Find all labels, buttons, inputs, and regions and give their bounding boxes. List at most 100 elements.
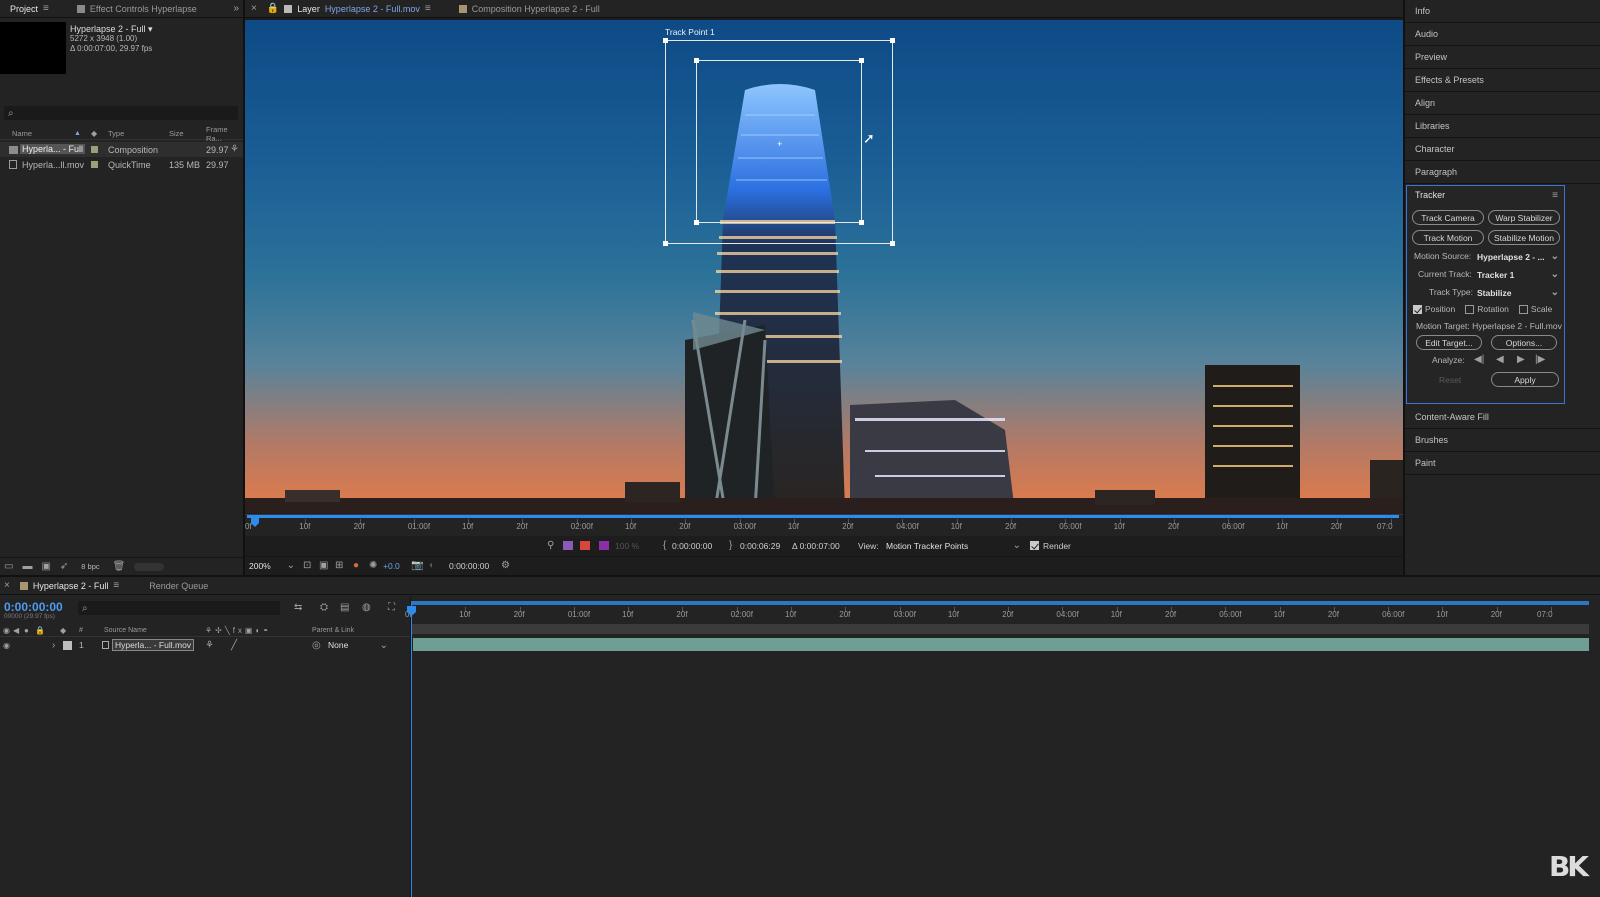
footage-frame[interactable]: Track Point 1 + ➚ [245,20,1403,513]
stabilize-motion-button[interactable]: Stabilize Motion [1488,230,1560,245]
color-swatch[interactable] [563,541,573,550]
label-icon[interactable]: ◆ [60,626,66,635]
timeline-search[interactable]: ⌕ [78,601,280,615]
tab-project[interactable]: Project ≡ [0,0,59,18]
table-row[interactable]: ◉ › 1 Hyperla... - Full.mov ⚘ ╱ ◎ None ⌄ [0,638,410,652]
view-dropdown[interactable]: Motion Tracker Points ⌄ [886,540,1021,551]
overflow-icon[interactable]: » [233,3,239,14]
tab-composition[interactable]: Composition Hyperlapse 2 - Full [449,0,610,18]
lock-icon[interactable]: 🔒 [267,3,279,14]
panel-item-paragraph[interactable]: Paragraph [1405,161,1600,184]
column-name[interactable]: Name [12,129,32,138]
warp-stabilizer-button[interactable]: Warp Stabilizer [1488,210,1560,225]
panel-item-audio[interactable]: Audio [1405,23,1600,46]
options-button[interactable]: Options... [1491,335,1557,350]
trash-icon[interactable]: 🗑 [113,561,126,572]
composition-mini-flowchart-icon[interactable]: ⇆ [294,602,302,613]
audio-icon[interactable]: ◀ [13,626,19,635]
graph-editor-icon[interactable]: ⛶ [388,602,395,613]
project-search[interactable]: ⌕ [4,106,238,120]
motion-source-dropdown[interactable]: Hyperlapse 2 - ... ⌄ [1477,251,1559,262]
chevron-right-icon[interactable]: › [52,640,55,651]
draft-3d-icon[interactable]: ⛭ [320,602,328,613]
timeline-ruler[interactable]: 0f 10f 20f 01:00f 10f 20f 02:00f 10f 20f 03:00f 10… [405,605,1589,623]
label-icon[interactable]: ◆ [91,129,97,138]
panel-item-effects-presets[interactable]: Effects & Presets [1405,69,1600,92]
camera-icon[interactable]: 📷 [411,560,423,571]
feature-region[interactable]: + [694,58,864,225]
eye-icon[interactable]: ◉ [3,641,10,650]
fit-icon[interactable]: ⊡ [303,560,311,571]
attach-point[interactable]: + [777,139,782,149]
position-checkbox[interactable] [1413,304,1422,314]
column-size[interactable]: Size [169,129,184,138]
new-composition-icon[interactable]: ▣ [41,561,50,572]
panel-item-character[interactable]: Character [1405,138,1600,161]
parent-dropdown[interactable]: None ⌄ [328,640,388,651]
panel-item-libraries[interactable]: Libraries [1405,115,1600,138]
grid-icon[interactable]: ⊞ [335,560,343,571]
lock-icon[interactable]: 🔒 [35,626,45,635]
out-point-icon[interactable]: } [729,540,732,551]
out-time[interactable]: 0:00:06:29 [740,541,780,551]
show-snapshot-icon[interactable]: ◐ [429,560,435,571]
flowchart-icon[interactable]: ⚘ [230,144,239,155]
menu-icon[interactable]: ≡ [43,3,49,14]
layer-duration-bar[interactable] [413,638,1589,651]
panel-item-brushes[interactable]: Brushes [1405,429,1600,452]
panel-item-content-aware-fill[interactable]: Content-Aware Fill [1405,406,1600,429]
timeline-track-area[interactable]: 0f 10f 20f 01:00f 10f 20f 02:00f 10f 20f 03:00f 10… [405,597,1600,897]
pin-icon[interactable]: ⚲ [547,540,554,551]
current-time[interactable]: 0:00:00:00 [449,561,489,571]
track-camera-button[interactable]: Track Camera [1412,210,1484,225]
layer-time-ruler[interactable]: 0f 10f 20f 01:00f 10f 20f 02:00f 10f 20f 03:00f 10… [245,514,1403,536]
tab-timeline-comp[interactable]: Hyperlapse 2 - Full ≡ [10,577,129,595]
analyze-backward-icon[interactable]: ◀ [1496,354,1504,365]
channels-icon[interactable]: ● [353,560,359,571]
new-folder-icon[interactable]: ▬ [22,561,32,572]
menu-icon[interactable]: ≡ [1552,190,1558,201]
menu-icon[interactable]: ≡ [425,3,431,14]
timeline-playhead[interactable] [411,605,412,897]
column-parent-link[interactable]: Parent & Link [312,627,354,634]
tab-effect-controls[interactable]: Effect Controls Hyperlapse [67,0,207,18]
edit-target-button[interactable]: Edit Target... [1416,335,1482,350]
zoom-dropdown[interactable]: 200% ⌄ [249,560,295,571]
track-type-dropdown[interactable]: Stabilize ⌄ [1477,287,1559,298]
solo-icon[interactable]: ● [24,626,29,635]
render-checkbox[interactable] [1030,541,1039,550]
opacity-value[interactable]: 100 % [615,541,639,551]
playhead-icon[interactable]: ⚙ [501,560,510,571]
menu-icon[interactable]: ≡ [113,580,119,591]
rotation-checkbox[interactable] [1465,304,1475,314]
pickwhip-icon[interactable]: ◎ [312,640,321,651]
panel-item-paint[interactable]: Paint [1405,452,1600,475]
panel-item-info[interactable]: Info [1405,0,1600,23]
interpret-footage-icon[interactable]: ▭ [4,561,13,572]
in-time[interactable]: 0:00:00:00 [672,541,712,551]
switches-icon[interactable]: ⚘✢╲fx▣◐◓ [205,626,271,635]
list-item[interactable]: Hyperla... - Full Composition 29.97 ⚘ [0,142,243,157]
track-motion-button[interactable]: Track Motion [1412,230,1484,245]
scale-checkbox[interactable] [1518,304,1528,314]
panel-item-align[interactable]: Align [1405,92,1600,115]
bpc-label[interactable]: 8 bpc [77,562,103,571]
column-type[interactable]: Type [108,129,124,138]
list-item[interactable]: Hyperla...ll.mov QuickTime 135 MB 29.97 [0,157,243,172]
collapse-switch-icon[interactable]: ⚘ [205,640,214,651]
tab-layer[interactable]: 🔒 Layer Hyperlapse 2 - Full.mov ≡ [257,0,441,18]
apply-button[interactable]: Apply [1491,372,1559,387]
work-area-band[interactable] [411,624,1589,634]
color-swatch[interactable] [580,541,590,550]
motion-blur-icon[interactable]: ◍ [362,602,371,613]
comp-name[interactable]: Hyperlapse 2 - Full ▾ [70,24,153,34]
project-scrollbar[interactable] [134,562,165,571]
safe-zones-icon[interactable]: ▣ [319,560,328,571]
reset-button[interactable]: Reset [1439,375,1461,385]
label-color[interactable] [63,640,72,650]
analyze-back-step-icon[interactable]: ◀| [1474,354,1484,365]
eye-icon[interactable]: ◉ [3,626,10,635]
shy-layers-icon[interactable]: ▤ [340,602,349,613]
tab-render-queue[interactable]: Render Queue [139,577,218,595]
layer-name[interactable]: Hyperla... - Full.mov [112,639,195,651]
